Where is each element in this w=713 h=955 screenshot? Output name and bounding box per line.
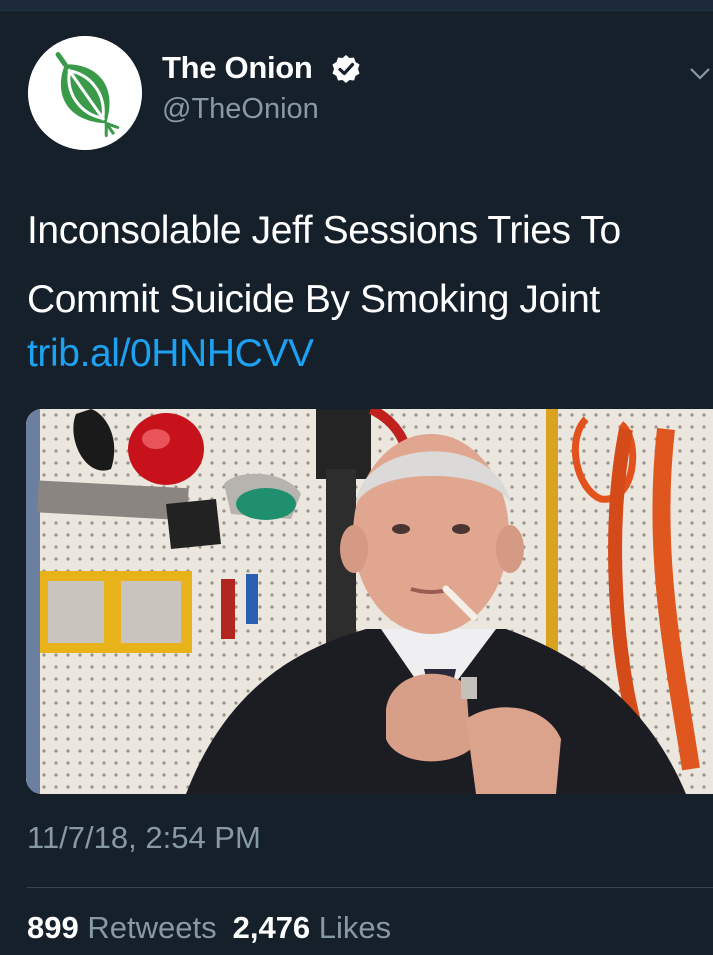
- chevron-down-icon[interactable]: [688, 64, 712, 84]
- likes-stat[interactable]: 2,476 Likes: [233, 910, 392, 945]
- account-handle[interactable]: @TheOnion: [162, 93, 319, 126]
- tweet-link[interactable]: trib.al/0HNHCVV: [27, 332, 314, 376]
- divider: [27, 887, 713, 888]
- verified-badge-icon: [332, 55, 360, 83]
- onion-logo-icon: [28, 36, 142, 150]
- retweets-label: Retweets: [87, 910, 217, 945]
- likes-count: 2,476: [232, 910, 311, 945]
- tweet-stats: 899 Retweets 2,476 Likes: [27, 910, 391, 946]
- tweet-text: Inconsolable Jeff Sessions Tries To Comm…: [27, 209, 621, 321]
- tweet-media-image[interactable]: [26, 409, 713, 794]
- tweet-timestamp[interactable]: 11/7/18, 2:54 PM: [27, 820, 261, 856]
- top-border: [0, 0, 713, 11]
- retweets-count: 899: [27, 910, 79, 945]
- retweets-stat[interactable]: 899 Retweets: [27, 910, 217, 945]
- avatar[interactable]: [28, 36, 142, 150]
- likes-label: Likes: [318, 910, 392, 945]
- account-name[interactable]: The Onion: [162, 50, 313, 86]
